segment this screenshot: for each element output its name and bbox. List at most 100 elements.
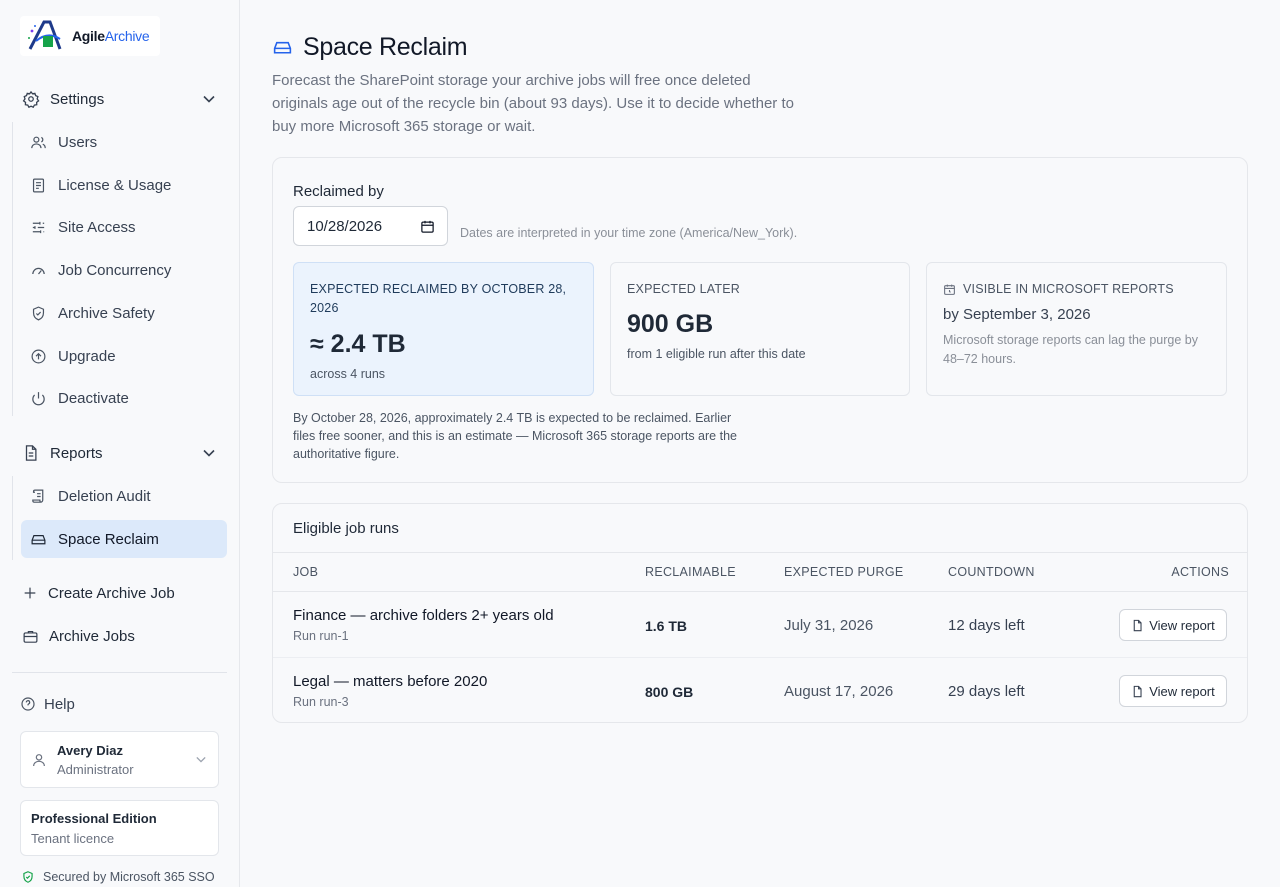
stat-label: Visible in Microsoft reports (963, 282, 1174, 296)
page-title: Space Reclaim (303, 33, 468, 61)
report-document-icon (22, 444, 40, 462)
sliders-icon (30, 219, 47, 236)
sidebar-item-users[interactable]: Users (21, 123, 227, 161)
nav-group-reports[interactable]: Reports (12, 434, 227, 472)
stat-value: by September 3, 2026 (943, 306, 1091, 323)
arrow-up-circle-icon (30, 348, 47, 365)
sidebar-item-label: Space Reclaim (58, 530, 159, 548)
sidebar-item-create-archive-job[interactable]: Create Archive Job (12, 574, 227, 612)
plus-icon (22, 585, 38, 601)
page-header: Space Reclaim (272, 33, 468, 62)
date-value: 10/28/2026 (307, 217, 383, 235)
sidebar-item-label: Users (58, 133, 98, 151)
table-row: Finance — archive folders 2+ years old R… (273, 592, 1247, 658)
button-label: View report (1149, 617, 1215, 633)
reclaimable-size: 1.6 TB (645, 618, 688, 634)
sidebar-item-space-reclaim[interactable]: Space Reclaim (21, 520, 227, 558)
power-icon (30, 390, 47, 407)
nav-group-settings[interactable]: Settings (12, 80, 227, 118)
sidebar-divider (12, 672, 227, 673)
user-icon (31, 752, 47, 768)
job-name: Finance — archive folders 2+ years old (293, 607, 554, 624)
stat-value: 900 GB (627, 310, 714, 338)
agile-archive-logo-icon (26, 19, 68, 53)
sidebar-item-upgrade[interactable]: Upgrade (21, 337, 227, 375)
job-run-id: Run run-1 (293, 629, 349, 643)
gauge-icon (30, 262, 47, 279)
view-report-button[interactable]: View report (1119, 675, 1227, 707)
expected-later-stat: Expected later 900 GB from 1 eligible ru… (610, 262, 910, 396)
page-description: Forecast the SharePoint storage your arc… (272, 72, 794, 135)
job-run-id: Run run-3 (293, 695, 349, 709)
sidebar-item-label: Archive Safety (58, 304, 155, 322)
sidebar-item-label: Deactivate (58, 389, 129, 407)
help-label: Help (44, 695, 75, 713)
sidebar-item-label: Site Access (58, 218, 136, 236)
sidebar-item-label: Archive Jobs (49, 627, 135, 645)
calendar-clock-icon (943, 283, 956, 296)
document-icon (30, 177, 47, 194)
sidebar-item-job-concurrency[interactable]: Job Concurrency (21, 251, 227, 289)
sidebar-item-deletion-audit[interactable]: Deletion Audit (21, 477, 227, 515)
sso-badge: Secured by Microsoft 365 SSO (21, 870, 215, 884)
column-header-countdown: Countdown (948, 565, 1035, 579)
chevron-down-icon (203, 95, 215, 103)
column-header-job: Job (293, 565, 319, 579)
job-name: Legal — matters before 2020 (293, 673, 488, 690)
user-menu[interactable]: Avery Diaz Administrator (20, 731, 219, 788)
edition-sub: Tenant licence (31, 831, 115, 846)
sidebar-item-label: Create Archive Job (48, 584, 175, 602)
expected-reclaimed-stat: Expected reclaimed by October 28, 2026 ≈… (293, 262, 594, 396)
stat-label: Expected reclaimed by October 28, 2026 (310, 282, 567, 315)
sidebar-item-license-usage[interactable]: License & Usage (21, 166, 227, 204)
sidebar-item-archive-jobs[interactable]: Archive Jobs (12, 617, 227, 655)
nav-rail (12, 122, 13, 416)
chevron-down-icon (196, 756, 206, 763)
timezone-note: Dates are interpreted in your time zone … (460, 226, 798, 240)
nav-rail (12, 476, 13, 560)
brand-logo[interactable]: AgileArchive (20, 16, 160, 56)
stat-sub: Microsoft storage reports can lag the pu… (943, 333, 1198, 366)
calendar-icon[interactable] (420, 219, 435, 234)
sidebar: AgileArchive Settings Users License & Us… (0, 0, 240, 887)
table-row: Legal — matters before 2020 Run run-3 80… (273, 658, 1247, 722)
file-icon (1131, 685, 1144, 698)
sidebar-item-archive-safety[interactable]: Archive Safety (21, 294, 227, 332)
stat-sub: across 4 runs (310, 367, 386, 381)
gear-icon (22, 90, 40, 108)
sidebar-item-deactivate[interactable]: Deactivate (21, 379, 227, 417)
table-header: Job Reclaimable Expected purge Countdown… (273, 552, 1247, 592)
scroll-icon (30, 488, 47, 505)
countdown: 12 days left (948, 617, 1025, 634)
sso-label: Secured by Microsoft 365 SSO (43, 870, 215, 884)
stat-value: ≈ 2.4 TB (310, 330, 406, 358)
hard-drive-icon (30, 531, 47, 548)
shield-check-icon (30, 305, 47, 322)
hard-drive-icon (272, 37, 293, 58)
nav-group-label: Reports (50, 444, 103, 462)
column-header-actions: Actions (1171, 565, 1229, 579)
visible-in-reports-stat: Visible in Microsoft reports by Septembe… (926, 262, 1227, 396)
reclaimed-by-date-input[interactable]: 10/28/2026 (293, 206, 448, 246)
user-role: Administrator (57, 761, 134, 777)
nav-group-label: Settings (50, 90, 105, 108)
sidebar-item-site-access[interactable]: Site Access (21, 208, 227, 246)
reclaimable-size: 800 GB (645, 684, 694, 700)
stat-sub: from 1 eligible run after this date (627, 347, 806, 361)
help-link[interactable]: Help (20, 692, 75, 716)
chevron-down-icon (203, 449, 215, 457)
sidebar-item-label: Deletion Audit (58, 487, 151, 505)
shield-check-icon (21, 870, 35, 884)
edition-card: Professional Edition Tenant licence (20, 800, 219, 856)
brand-name: AgileArchive (72, 28, 150, 44)
briefcase-icon (22, 628, 39, 645)
file-icon (1131, 619, 1144, 632)
stat-label-row: Visible in Microsoft reports (943, 280, 1210, 299)
view-report-button[interactable]: View report (1119, 609, 1227, 641)
user-info: Avery Diaz Administrator (57, 743, 196, 777)
help-circle-icon (20, 696, 36, 712)
reclaimed-by-label: Reclaimed by (293, 183, 384, 200)
stat-label: Expected later (627, 282, 741, 296)
sidebar-item-label: Job Concurrency (58, 261, 172, 279)
countdown: 29 days left (948, 683, 1025, 700)
